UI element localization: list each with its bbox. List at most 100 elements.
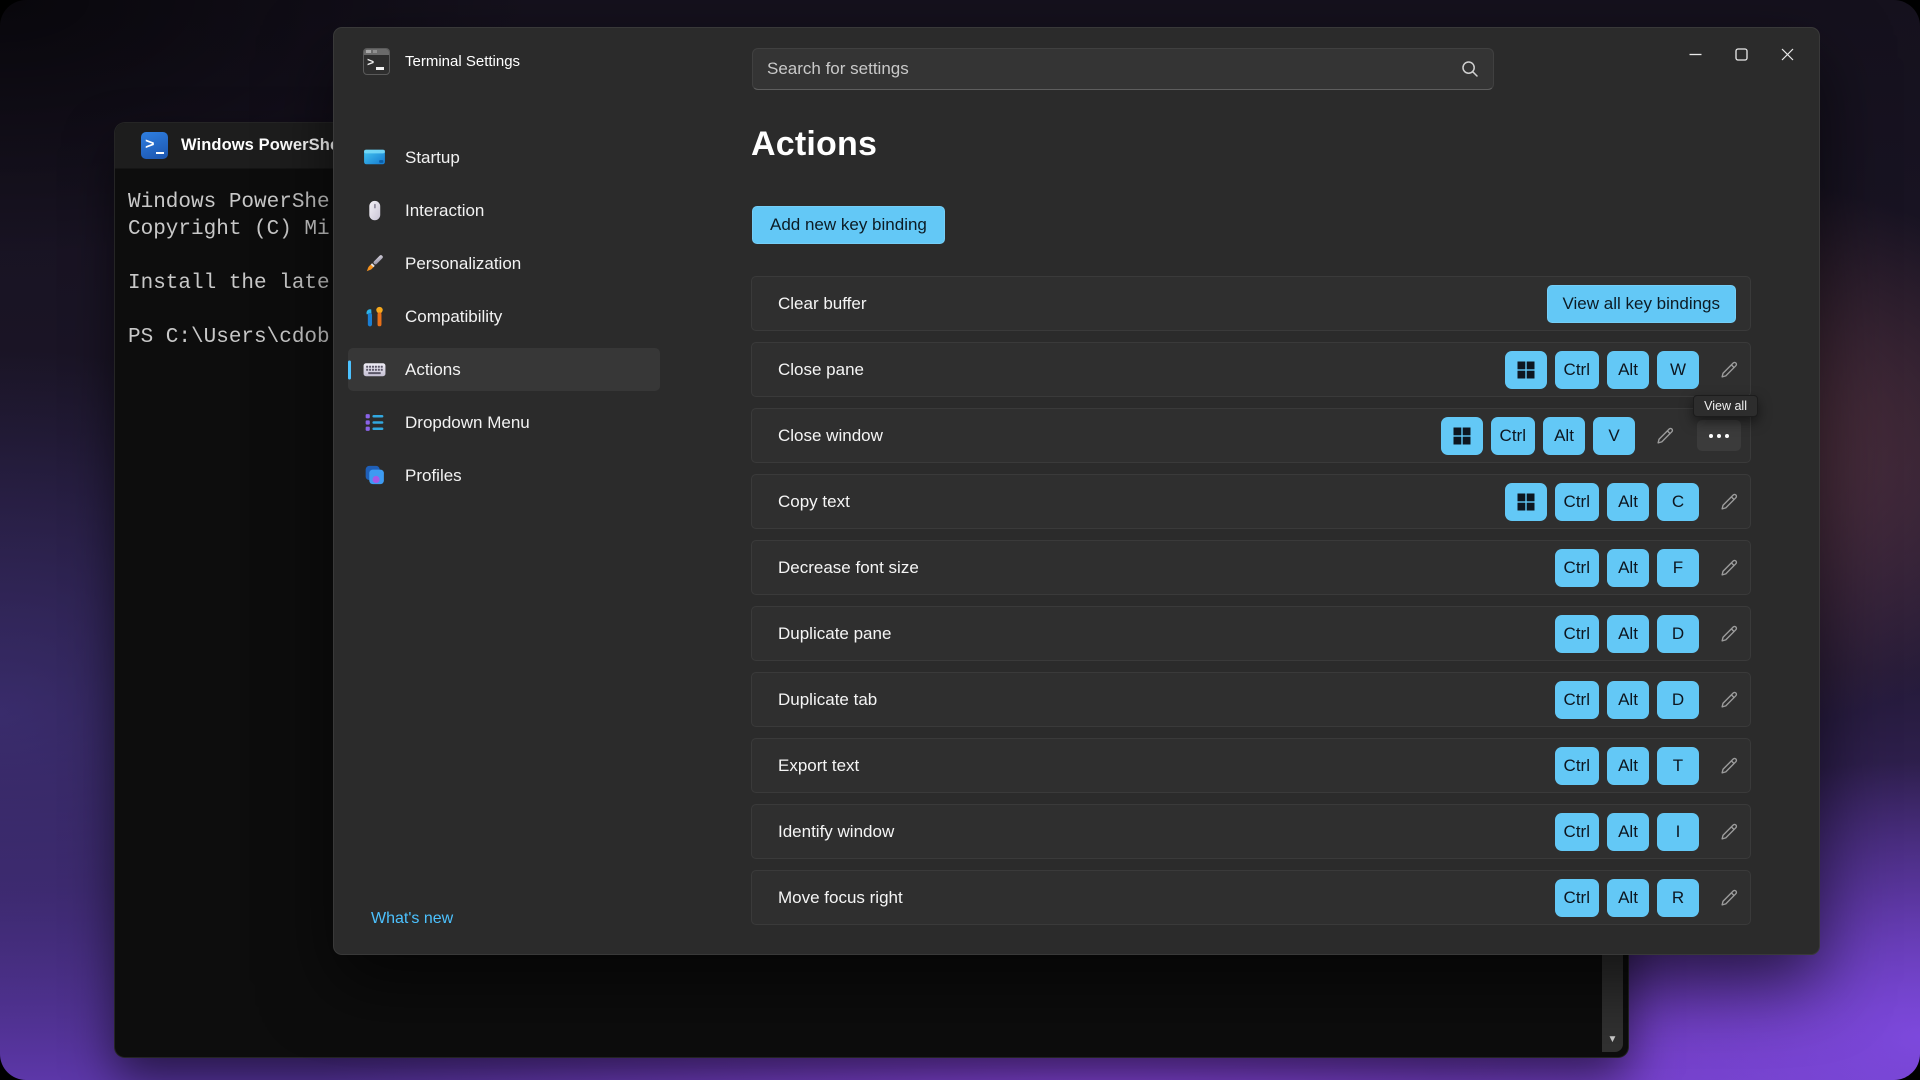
keycap: Alt xyxy=(1607,351,1649,389)
action-label: Decrease font size xyxy=(778,558,1555,578)
key-binding-controls: View all key bindings xyxy=(1547,285,1742,323)
keycap: Ctrl xyxy=(1555,549,1599,587)
scroll-down-icon[interactable]: ▼ xyxy=(1608,1035,1618,1045)
view-all-key-bindings-button[interactable]: View all key bindings xyxy=(1547,285,1737,323)
pencil-icon xyxy=(1718,359,1740,381)
keyboard-icon xyxy=(362,357,387,382)
sidebar-item-actions[interactable]: Actions xyxy=(348,348,660,391)
windows-logo-icon xyxy=(1515,359,1537,381)
pencil-icon xyxy=(1718,821,1740,843)
more-options-button[interactable] xyxy=(1697,420,1741,451)
keycap: Alt xyxy=(1607,747,1649,785)
action-label: Close window xyxy=(778,426,1441,446)
view-all-tooltip: View all xyxy=(1693,395,1758,417)
sidebar-item-label: Interaction xyxy=(405,201,484,221)
keycap: D xyxy=(1657,615,1699,653)
window-controls xyxy=(1672,28,1810,86)
search-box xyxy=(752,48,1494,90)
keycap: Alt xyxy=(1607,813,1649,851)
sidebar-item-label: Personalization xyxy=(405,254,521,274)
keycap: Ctrl xyxy=(1555,813,1599,851)
sidebar-item-interaction[interactable]: Interaction xyxy=(348,189,660,232)
action-label: Move focus right xyxy=(778,888,1555,908)
ellipsis-icon xyxy=(1709,434,1713,438)
action-row: Identify window CtrlAltI xyxy=(751,804,1751,859)
action-row: Clear buffer View all key bindings xyxy=(751,276,1751,331)
windows-logo-icon xyxy=(1451,425,1473,447)
layers-icon xyxy=(362,463,387,488)
action-row: Move focus right CtrlAltR xyxy=(751,870,1751,925)
edit-key-binding-button[interactable] xyxy=(1717,886,1741,910)
key-binding-controls: CtrlAltF xyxy=(1555,549,1741,587)
sidebar-item-label: Profiles xyxy=(405,466,462,486)
close-icon xyxy=(1781,48,1794,61)
keycap: Ctrl xyxy=(1555,483,1599,521)
action-label: Clear buffer xyxy=(778,294,1547,314)
page-title: Actions xyxy=(751,125,877,164)
edit-key-binding-button[interactable] xyxy=(1717,556,1741,580)
keycap: Ctrl xyxy=(1555,615,1599,653)
action-label: Duplicate pane xyxy=(778,624,1555,644)
desktop-wallpaper: > Windows PowerShell Windows PowerSheCop… xyxy=(0,0,1920,1080)
terminal-settings-icon: > xyxy=(363,48,390,75)
keycap: V xyxy=(1593,417,1635,455)
action-row: Close pane CtrlAltW xyxy=(751,342,1751,397)
keycap: D xyxy=(1657,681,1699,719)
action-label: Duplicate tab xyxy=(778,690,1555,710)
keycap: W xyxy=(1657,351,1699,389)
add-new-key-binding-button[interactable]: Add new key binding xyxy=(752,206,945,244)
pencil-icon xyxy=(1718,887,1740,909)
keycap: Ctrl xyxy=(1491,417,1535,455)
sidebar-item-label: Startup xyxy=(405,148,460,168)
edit-key-binding-button[interactable] xyxy=(1717,622,1741,646)
keycap: Alt xyxy=(1607,483,1649,521)
close-button[interactable] xyxy=(1764,28,1810,80)
monitor-icon xyxy=(362,145,387,170)
key-binding-controls: CtrlAltD xyxy=(1555,615,1741,653)
minimize-button[interactable] xyxy=(1672,28,1718,80)
action-row: Copy text CtrlAltC xyxy=(751,474,1751,529)
edit-key-binding-button[interactable] xyxy=(1717,358,1741,382)
brush-icon xyxy=(362,251,387,276)
keycap: Alt xyxy=(1543,417,1585,455)
keycap: Ctrl xyxy=(1555,879,1599,917)
edit-key-binding-button[interactable] xyxy=(1653,424,1677,448)
keycap: Alt xyxy=(1607,879,1649,917)
search-icon xyxy=(1460,59,1480,79)
maximize-button[interactable] xyxy=(1718,28,1764,80)
sidebar-item-startup[interactable]: Startup xyxy=(348,136,660,179)
edit-key-binding-button[interactable] xyxy=(1717,490,1741,514)
sidebar-item-compatibility[interactable]: Compatibility xyxy=(348,295,660,338)
keycap: T xyxy=(1657,747,1699,785)
powershell-tab-title[interactable]: Windows PowerShell xyxy=(181,136,349,155)
sidebar-item-dropdown-menu[interactable]: Dropdown Menu xyxy=(348,401,660,444)
key-binding-controls: CtrlAltV xyxy=(1441,417,1741,455)
whats-new-link[interactable]: What's new xyxy=(371,910,453,928)
key-binding-controls: CtrlAltC xyxy=(1505,483,1741,521)
maximize-icon xyxy=(1735,48,1748,61)
tools-icon xyxy=(362,304,387,329)
action-row: Decrease font size CtrlAltF xyxy=(751,540,1751,595)
keycap: Alt xyxy=(1607,681,1649,719)
minimize-icon xyxy=(1689,48,1702,61)
sidebar-item-profiles[interactable]: Profiles xyxy=(348,454,660,497)
key-binding-controls: CtrlAltI xyxy=(1555,813,1741,851)
action-label: Export text xyxy=(778,756,1555,776)
window-title: Terminal Settings xyxy=(405,53,520,70)
edit-key-binding-button[interactable] xyxy=(1717,754,1741,778)
search-input[interactable] xyxy=(753,49,1493,89)
action-row: Export text CtrlAltT xyxy=(751,738,1751,793)
key-binding-controls: CtrlAltT xyxy=(1555,747,1741,785)
keycap: R xyxy=(1657,879,1699,917)
powershell-icon: > xyxy=(141,132,168,159)
win-key xyxy=(1441,417,1483,455)
list-icon xyxy=(362,410,387,435)
pencil-icon xyxy=(1718,557,1740,579)
action-row: Close window CtrlAltV View all xyxy=(751,408,1751,463)
win-key xyxy=(1505,351,1547,389)
terminal-settings-window: > Terminal Settings xyxy=(333,27,1820,955)
edit-key-binding-button[interactable] xyxy=(1717,688,1741,712)
win-key xyxy=(1505,483,1547,521)
sidebar-item-personalization[interactable]: Personalization xyxy=(348,242,660,285)
edit-key-binding-button[interactable] xyxy=(1717,820,1741,844)
